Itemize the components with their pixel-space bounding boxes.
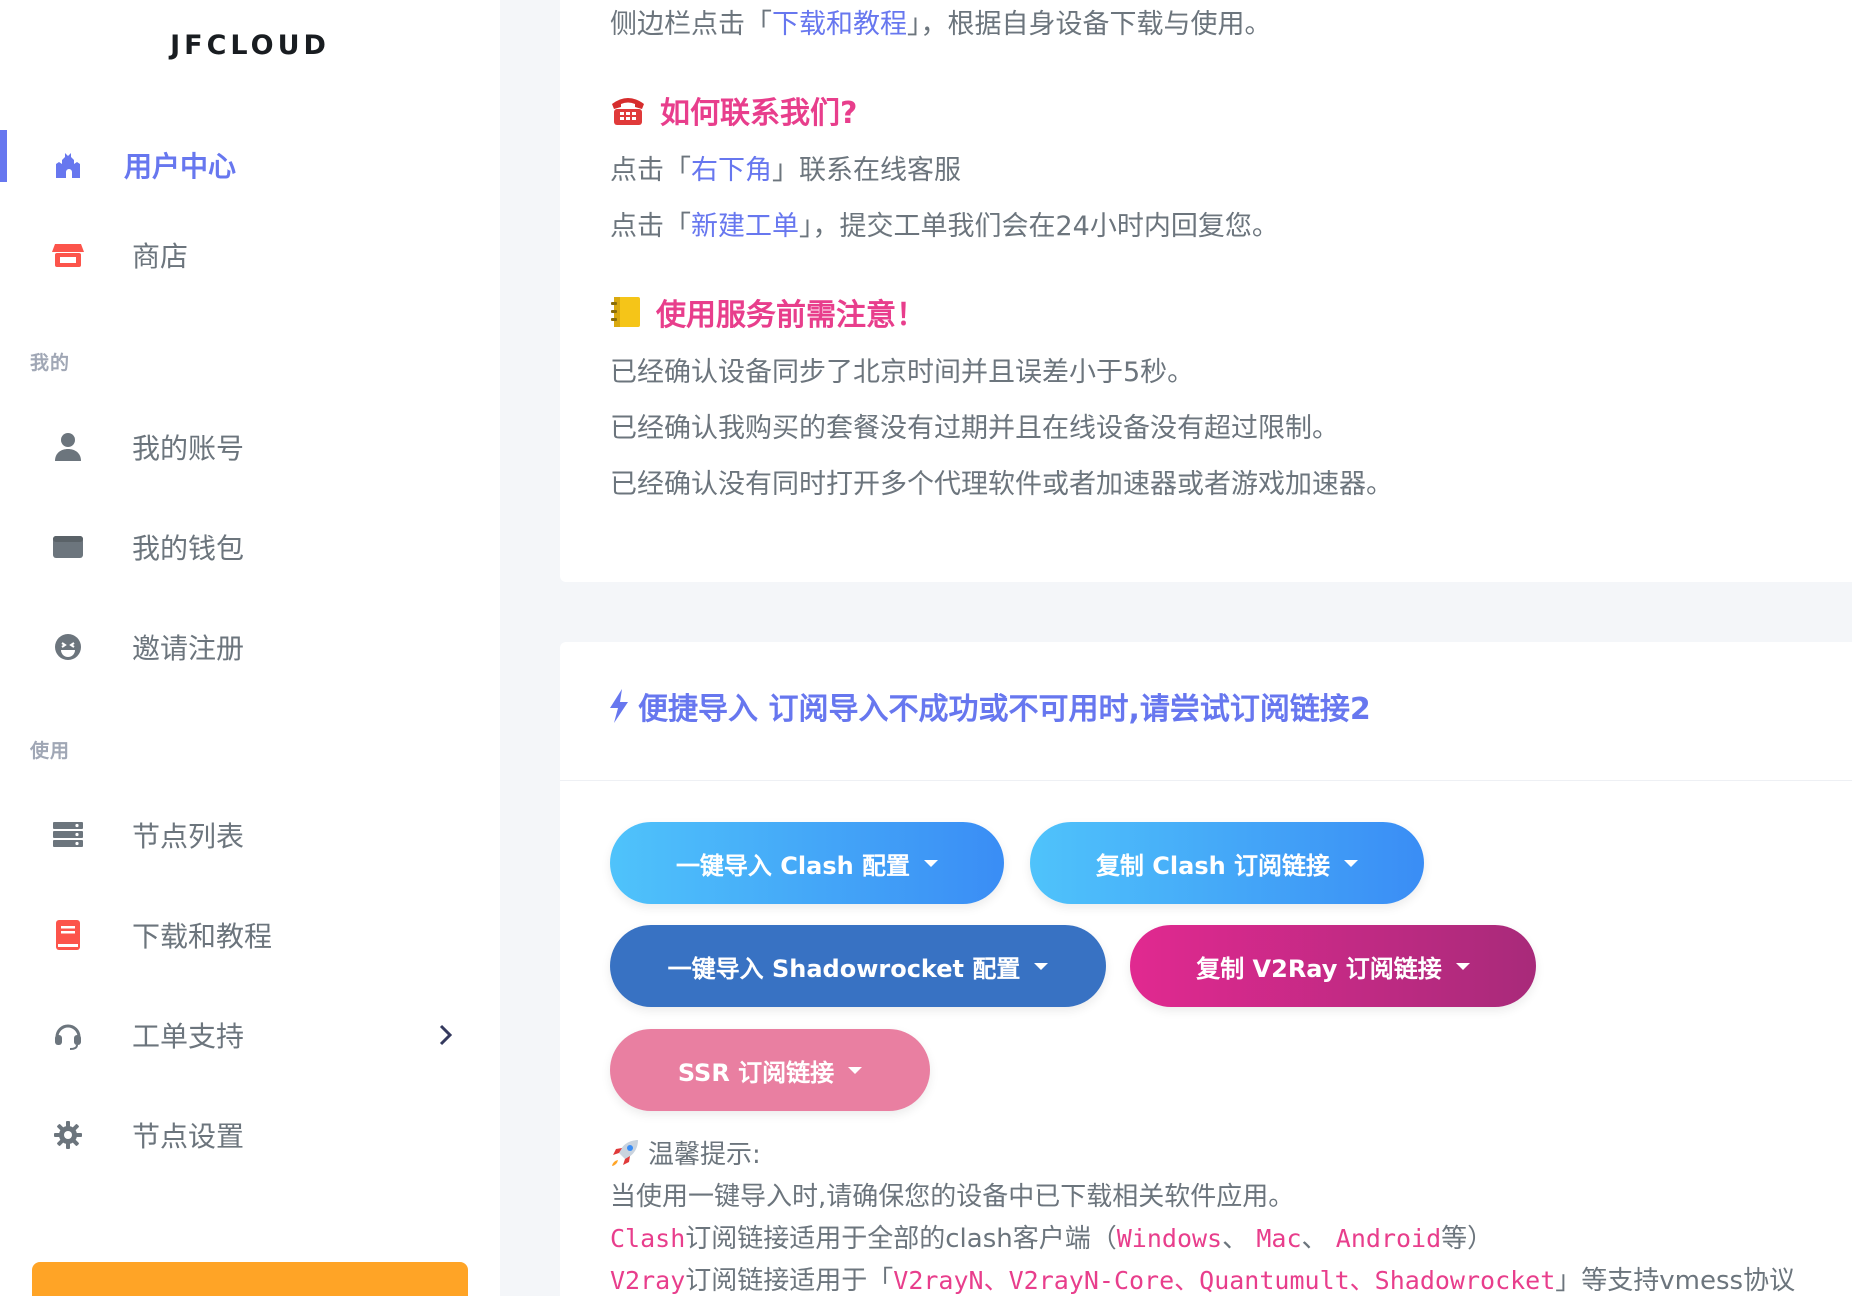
sidebar-item-invite[interactable]: 邀请注册: [0, 612, 500, 682]
card-divider: [560, 780, 1852, 781]
notice-line: 已经确认我购买的套餐没有过期并且在线设备没有超过限制。: [610, 413, 1339, 444]
caret-down-icon: [1455, 962, 1470, 970]
sidebar-item-label: 用户中心: [124, 150, 237, 183]
menu-header-mine: 我的: [30, 352, 71, 374]
sidebar-item-my-wallet[interactable]: 我的钱包: [0, 512, 500, 582]
import-clash-config-button[interactable]: 一键导入 Clash 配置: [610, 822, 1004, 904]
menu-header-use: 使用: [30, 740, 71, 762]
telephone-icon: [610, 94, 646, 126]
ssr-link-button[interactable]: SSR 订阅链接: [610, 1029, 930, 1111]
chevron-right-icon[interactable]: [432, 1021, 460, 1049]
sidebar-bottom-button[interactable]: [32, 1262, 468, 1296]
contact-heading: 如何联系我们?: [610, 88, 857, 132]
server-icon: [50, 817, 86, 853]
tip-line: 当使用一键导入时,请确保您的设备中已下载相关软件应用。: [610, 1182, 1295, 1212]
bottom-right-link[interactable]: 右下角: [691, 155, 772, 186]
caret-down-icon: [1034, 962, 1049, 970]
sidebar-item-user-center[interactable]: 用户中心: [0, 130, 500, 200]
copy-clash-link-button[interactable]: 复制 Clash 订阅链接: [1030, 822, 1424, 904]
sidebar-item-download-tutorial[interactable]: 下载和教程: [0, 900, 500, 970]
sidebar-item-label: 我的账号: [132, 432, 245, 465]
sidebar-item-label: 我的钱包: [132, 532, 245, 565]
sidebar-item-ticket-support[interactable]: 工单支持: [0, 1000, 500, 1070]
headset-icon: [50, 1017, 86, 1053]
download-hint-line: 侧边栏点击「下载和教程」，根据自身设备下载与使用。: [610, 9, 1272, 40]
copy-v2ray-link-button[interactable]: 复制 V2Ray 订阅链接: [1130, 925, 1536, 1007]
sidebar-item-node-settings[interactable]: 节点设置: [0, 1100, 500, 1170]
caret-down-icon: [924, 859, 939, 867]
notice-heading: 使用服务前需注意！: [610, 290, 926, 334]
sidebar-item-store[interactable]: 商店: [0, 220, 500, 290]
book-icon: [50, 917, 86, 953]
contact-line-ticket: 点击「新建工单」，提交工单我们会在24小时内回复您。: [610, 211, 1279, 242]
sidebar-item-node-list[interactable]: 节点列表: [0, 800, 500, 870]
caret-down-icon: [848, 1066, 863, 1074]
sidebar-item-label: 商店: [132, 240, 189, 273]
wallet-icon: [50, 529, 86, 565]
download-tutorial-link[interactable]: 下载和教程: [772, 9, 907, 40]
sidebar: JFCLOUD 用户中心 商店 我的 我的账号 我的钱包 邀请注册 使用 节点列…: [0, 0, 500, 1296]
laugh-face-icon: [50, 629, 86, 665]
sidebar-item-label: 下载和教程: [132, 920, 273, 953]
notebook-icon: [610, 295, 642, 329]
sidebar-item-my-account[interactable]: 我的账号: [0, 412, 500, 482]
new-ticket-link[interactable]: 新建工单: [691, 211, 799, 242]
sidebar-item-label: 节点设置: [132, 1120, 245, 1153]
sidebar-item-label: 邀请注册: [132, 632, 245, 665]
tip-line-clash: Clash订阅链接适用于全部的clash客户端（Windows、 Mac、 An…: [610, 1224, 1494, 1254]
bolt-icon: [608, 689, 630, 723]
notice-line: 已经确认设备同步了北京时间并且误差小于5秒。: [610, 357, 1195, 388]
sidebar-item-label: 工单支持: [132, 1020, 245, 1053]
notice-line: 已经确认没有同时打开多个代理软件或者加速器或者游戏加速器。: [610, 469, 1393, 500]
castle-icon: [50, 147, 86, 183]
rocket-icon: [610, 1138, 640, 1168]
store-icon: [50, 237, 86, 273]
sidebar-item-label: 节点列表: [132, 820, 245, 853]
brand-logo[interactable]: JFCLOUD: [0, 30, 500, 61]
tip-title: 温馨提示:: [610, 1134, 761, 1171]
tip-line-v2ray: V2ray订阅链接适用于「V2rayN、V2rayN-Core、Quantumu…: [610, 1266, 1796, 1296]
gear-icon: [50, 1117, 86, 1153]
import-shadowrocket-config-button[interactable]: 一键导入 Shadowrocket 配置: [610, 925, 1106, 1007]
user-icon: [50, 429, 86, 465]
quick-import-title: 便捷导入 订阅导入不成功或不可用时,请尝试订阅链接2: [608, 684, 1371, 728]
contact-line-online: 点击「右下角」联系在线客服: [610, 155, 961, 186]
caret-down-icon: [1344, 859, 1359, 867]
